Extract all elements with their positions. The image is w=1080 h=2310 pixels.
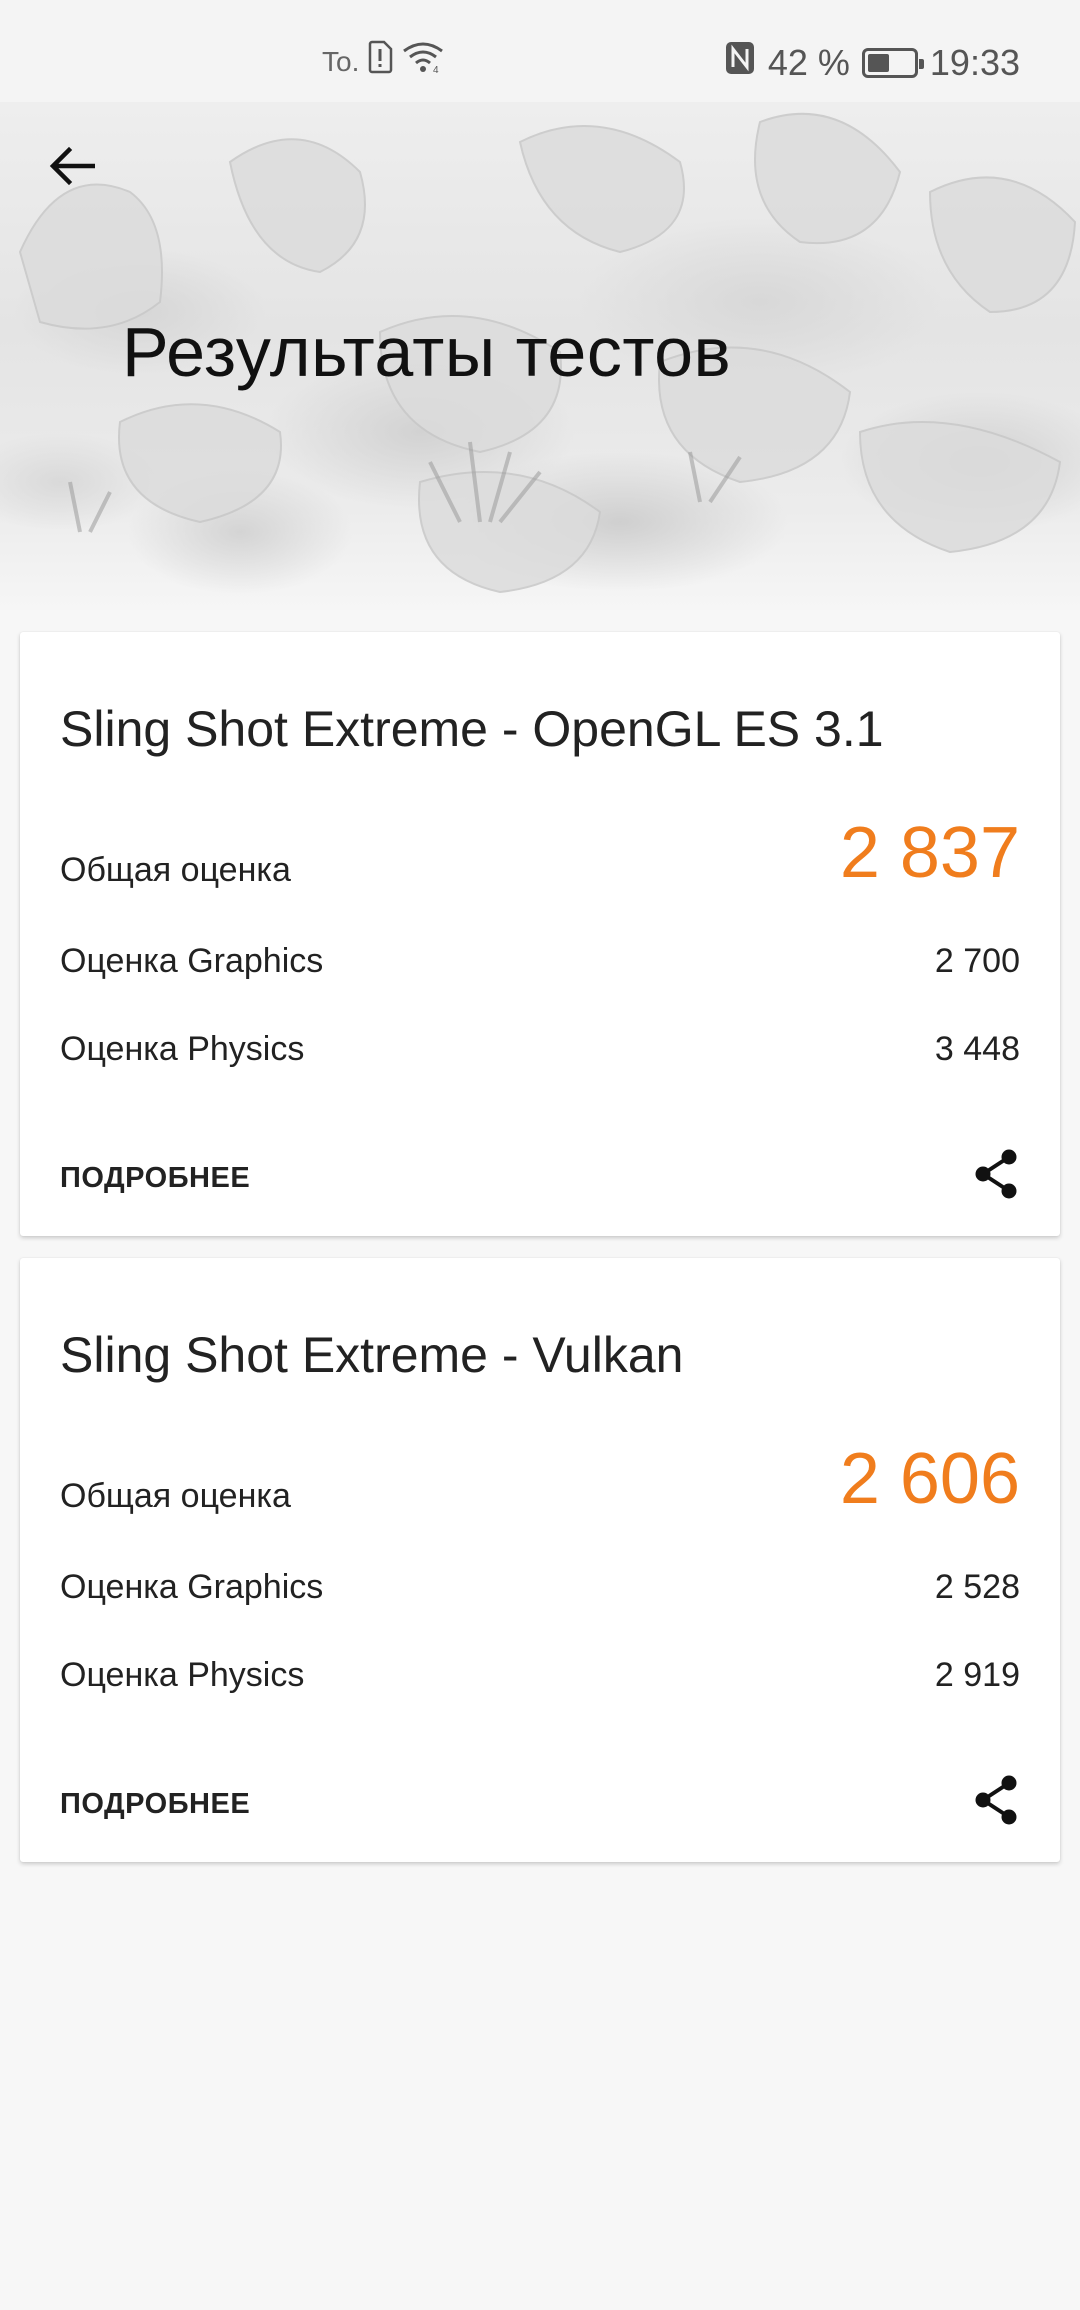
share-button[interactable]: [964, 1770, 1028, 1834]
clock: 19:33: [929, 41, 1020, 83]
graphics-score-row: Оценка Graphics 2 528: [60, 1568, 1020, 1607]
total-score-label: Общая оценка: [60, 851, 291, 889]
battery-level-fill: [867, 53, 889, 72]
physics-score-row: Оценка Physics 2 919: [60, 1656, 1020, 1695]
nfc-icon: [724, 40, 756, 85]
total-score-row: Общая оценка 2 606: [60, 1438, 1020, 1520]
physics-score-label: Оценка Physics: [60, 1030, 305, 1068]
share-button[interactable]: [964, 1144, 1028, 1208]
physics-score-row: Оценка Physics 3 448: [60, 1030, 1020, 1069]
carrier-text: To.: [322, 45, 360, 77]
total-score-label: Общая оценка: [60, 1477, 291, 1515]
total-score-row: Общая оценка 2 837: [60, 812, 1020, 894]
test-name: Sling Shot Extreme - Vulkan: [60, 1327, 684, 1383]
arrow-left-icon: [49, 146, 96, 191]
physics-score-value: 3 448: [934, 1030, 1020, 1068]
total-score-value: 2 606: [839, 1439, 1020, 1519]
physics-score-label: Оценка Physics: [60, 1656, 305, 1694]
sim-alert-icon: [367, 40, 393, 83]
physics-score-value: 2 919: [934, 1656, 1020, 1694]
battery-icon: [861, 47, 924, 78]
wifi-icon: 4: [401, 40, 445, 83]
page-title: Результаты тестов: [122, 313, 732, 391]
graphics-score-row: Оценка Graphics 2 700: [60, 942, 1020, 981]
result-card-vulkan: Sling Shot Extreme - Vulkan Общая оценка…: [20, 1258, 1060, 1862]
graphics-score-label: Оценка Graphics: [60, 1568, 324, 1606]
status-bar: To. 4 42 % 19:33: [0, 0, 1080, 102]
result-card-opengl: Sling Shot Extreme - OpenGL ES 3.1 Общая…: [20, 632, 1060, 1236]
svg-text:4: 4: [433, 65, 439, 74]
header-banner: Результаты тестов: [0, 102, 1080, 610]
battery-percent: 42 %: [767, 41, 850, 83]
details-button[interactable]: ПОДРОБНЕЕ: [60, 1162, 250, 1195]
test-name: Sling Shot Extreme - OpenGL ES 3.1: [60, 701, 884, 757]
graphics-score-label: Оценка Graphics: [60, 942, 324, 980]
share-icon: [971, 1147, 1021, 1206]
back-button[interactable]: [44, 140, 100, 196]
total-score-value: 2 837: [839, 813, 1020, 893]
status-right: 42 % 19:33: [724, 40, 1020, 85]
graphics-score-value: 2 528: [934, 1568, 1020, 1606]
status-left: To. 4: [322, 40, 445, 83]
share-icon: [971, 1773, 1021, 1832]
graphics-score-value: 2 700: [934, 942, 1020, 980]
details-button[interactable]: ПОДРОБНЕЕ: [60, 1788, 250, 1821]
